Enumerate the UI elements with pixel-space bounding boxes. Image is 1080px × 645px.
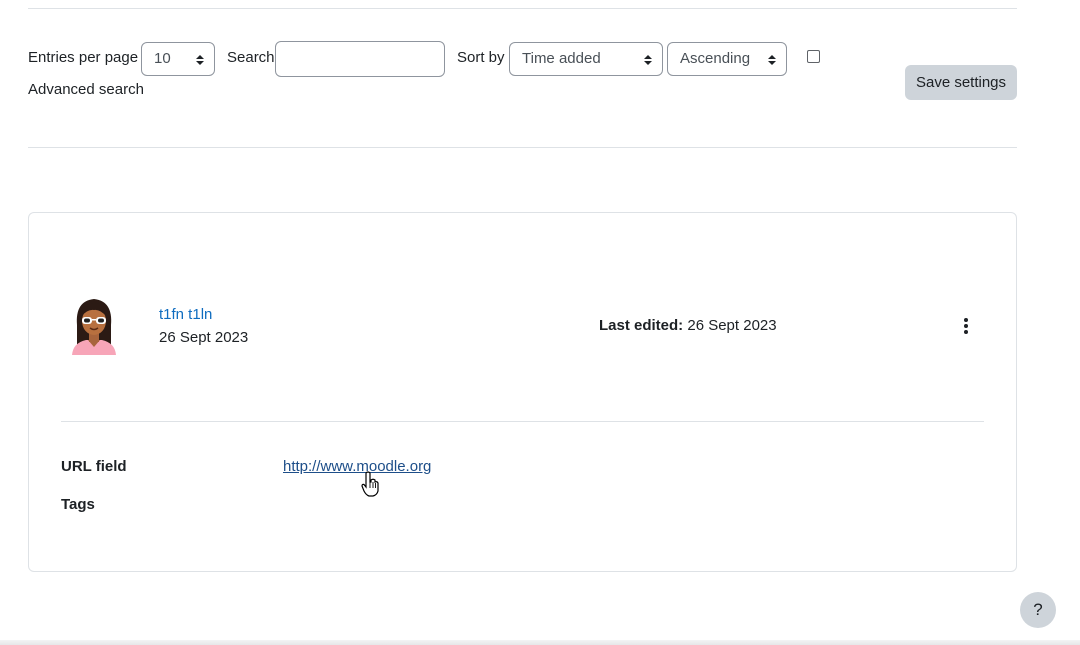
entry-divider <box>61 421 984 422</box>
entries-per-page-value: 10 <box>154 50 171 67</box>
select-caret-icon <box>768 55 776 65</box>
sort-by-value: Time added <box>522 50 601 67</box>
footer-edge <box>0 640 1080 645</box>
hand-pointer-icon <box>361 471 379 497</box>
mouse-pointer <box>361 471 379 497</box>
select-caret-icon <box>196 55 204 65</box>
entry-card: t1fn t1ln 26 Sept 2023 Last edited: 26 S… <box>28 212 1017 572</box>
help-button[interactable]: ? <box>1020 592 1056 628</box>
sort-by-select[interactable]: Time added <box>509 42 663 76</box>
more-vertical-icon <box>964 318 968 334</box>
sort-order-value: Ascending <box>680 50 751 67</box>
user-avatar-icon <box>72 299 116 355</box>
entry-date: 26 Sept 2023 <box>159 329 249 346</box>
entries-per-page-select[interactable]: 10 <box>141 42 215 76</box>
entries-per-page-label: Entries per page <box>28 49 139 66</box>
last-edited-label: Last edited: <box>599 317 684 334</box>
filters-divider <box>28 147 1017 148</box>
field-value-url-link[interactable]: http://www.moodle.org <box>283 458 431 475</box>
sort-order-select[interactable]: Ascending <box>667 42 787 76</box>
last-edited: Last edited: 26 Sept 2023 <box>599 317 777 335</box>
advanced-search-checkbox[interactable] <box>807 50 820 63</box>
sort-by-label: Sort by <box>457 49 505 66</box>
entry-actions-menu[interactable] <box>957 315 975 337</box>
search-label: Search <box>227 49 275 66</box>
save-settings-button[interactable]: Save settings <box>905 65 1017 100</box>
field-label-tags: Tags <box>61 496 95 513</box>
field-label-url: URL field <box>61 458 127 475</box>
last-edited-value: 26 Sept 2023 <box>687 317 777 334</box>
select-caret-icon <box>644 55 652 65</box>
top-divider <box>28 8 1017 9</box>
advanced-search-label[interactable]: Advanced search <box>28 81 144 99</box>
search-input[interactable] <box>275 41 445 77</box>
entry-author-link[interactable]: t1fn t1ln <box>159 306 212 323</box>
avatar[interactable] <box>69 295 119 359</box>
